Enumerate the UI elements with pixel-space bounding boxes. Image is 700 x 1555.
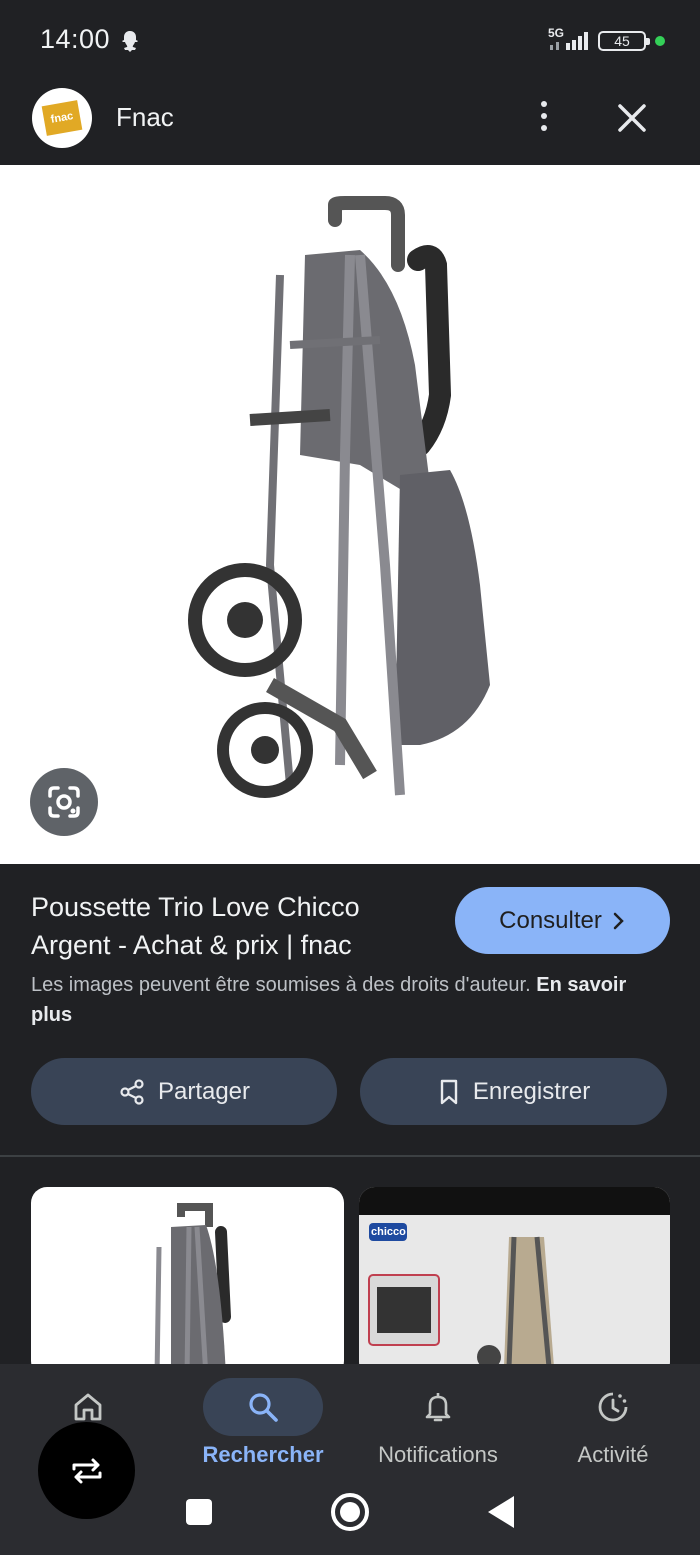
recents-button[interactable] (186, 1499, 212, 1525)
save-label: Enregistrer (472, 1077, 591, 1105)
divider (0, 1155, 700, 1157)
bookmark-icon (440, 1079, 458, 1104)
status-time: 14:00 (40, 24, 111, 54)
search-icon (249, 1393, 278, 1422)
nav-activity[interactable]: Activité (528, 1370, 698, 1480)
result-title[interactable]: Poussette Trio Love Chicco Argent - Acha… (31, 888, 441, 964)
share-button[interactable]: Partager (31, 1058, 337, 1125)
fnac-logo-text: fnac (41, 100, 83, 136)
snapchat-icon (122, 31, 138, 52)
consult-label: Consulter (499, 906, 602, 934)
fnac-logo[interactable]: fnac (32, 88, 92, 148)
system-navigation-bar (0, 1480, 700, 1555)
more-options-button[interactable] (526, 96, 562, 136)
more-vert-icon (541, 101, 547, 107)
bell-icon (425, 1393, 451, 1422)
nav-search[interactable]: Rechercher (178, 1370, 348, 1480)
nav-notifications-label: Notifications (378, 1442, 498, 1467)
nav-search-label: Rechercher (202, 1442, 324, 1467)
site-name[interactable]: Fnac (116, 102, 174, 133)
battery-level: 45 (614, 33, 630, 49)
stroller-image (188, 196, 490, 798)
nav-notifications[interactable]: Notifications (353, 1370, 523, 1480)
related-image-2[interactable]: chicco (359, 1187, 670, 1377)
home-button[interactable] (331, 1493, 369, 1531)
chicco-brand-label: chicco (371, 1226, 406, 1238)
save-button[interactable]: Enregistrer (360, 1058, 667, 1125)
privacy-indicator-dot (655, 36, 665, 46)
stroller-thumbnail (154, 1203, 231, 1377)
nav-activity-label: Activité (577, 1442, 649, 1467)
status-bar: 14:00 5G 45 (0, 0, 700, 78)
main-image[interactable] (0, 165, 700, 864)
header: fnac Fnac (0, 78, 700, 165)
back-button[interactable] (488, 1496, 514, 1528)
share-label: Partager (157, 1077, 251, 1105)
share-icon (120, 1078, 144, 1105)
chevron-right-icon (613, 912, 624, 929)
google-lens-button[interactable] (30, 768, 98, 836)
copyright-text: Les images peuvent être soumises à des d… (31, 974, 531, 996)
related-image-1[interactable] (31, 1187, 344, 1377)
copyright-notice: Les images peuvent être soumises à des d… (31, 970, 671, 1030)
consult-button[interactable]: Consulter (455, 887, 670, 954)
close-icon[interactable] (612, 98, 652, 138)
chicco-thumbnail (359, 1187, 670, 1377)
battery-icon: 45 (598, 31, 650, 51)
home-icon (74, 1393, 102, 1421)
lens-icon (48, 786, 80, 818)
activity-icon (598, 1392, 628, 1422)
signal-icon (550, 32, 588, 50)
